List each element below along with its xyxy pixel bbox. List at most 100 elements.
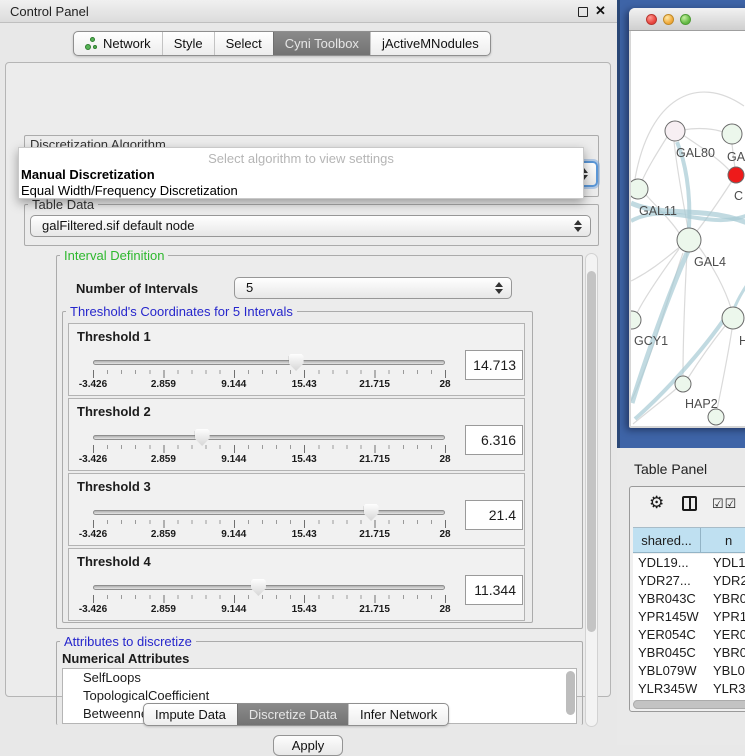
threshold-slider[interactable]: -3.4262.8599.14415.4321.71528 [93, 502, 445, 544]
slider-track[interactable] [93, 510, 445, 515]
cell-shared-name[interactable]: YBR043C [633, 590, 701, 608]
threshold-value-field[interactable]: 11.344 [465, 575, 523, 605]
gear-icon[interactable]: ⚙ [649, 493, 664, 513]
threshold-slider[interactable]: -3.4262.8599.14415.4321.71528 [93, 352, 445, 394]
tab-infer-network[interactable]: Infer Network [348, 704, 448, 725]
control-panel: Control Panel ✕ Network Style Select Cyn… [0, 0, 617, 745]
tab-cyni-toolbox[interactable]: Cyni Toolbox [273, 32, 370, 55]
table-row[interactable]: YBR045CYBR0 [633, 644, 745, 662]
bottom-node[interactable] [708, 409, 724, 425]
minimize-traffic-light-icon[interactable] [663, 14, 674, 25]
cell-shared-name[interactable]: YPR145W [633, 608, 701, 626]
interval-definition-title: Interval Definition [60, 248, 168, 263]
node-label: GCY1 [634, 334, 668, 348]
network-canvas[interactable]: GAL80GACGAL11GAL4GCY1HHAP2 [631, 31, 745, 426]
gal4-node[interactable] [677, 228, 701, 252]
cell-shared-name[interactable]: YDL19... [633, 554, 701, 572]
cyni-toolbox-panel: Discretization Algorithm Select algorith… [5, 62, 611, 697]
split-columns-icon[interactable] [682, 496, 697, 511]
bottom-tab-bar: Impute Data Discretize Data Infer Networ… [143, 703, 449, 726]
slider-tick-labels: -3.4262.8599.14415.4321.71528 [93, 379, 445, 391]
table-horizontal-scrollbar-thumb[interactable] [633, 700, 745, 709]
dropdown-item-manual-discretization[interactable]: Manual Discretization [21, 167, 155, 182]
table-row[interactable]: YER054CYER0 [633, 626, 745, 644]
cell-name[interactable]: YDL1 [701, 554, 745, 572]
red-node[interactable] [728, 167, 744, 183]
threshold-value-field[interactable]: 14.713 [465, 350, 523, 380]
table-rows: YDL19...YDL1YDR27...YDR2YBR043CYBR0YPR14… [633, 554, 745, 700]
table-panel-region: Table Panel ⚙ ☑☑ shared... n YDL19...YDL… [617, 448, 745, 745]
table-horizontal-scrollbar[interactable] [633, 700, 745, 709]
h-node[interactable] [722, 307, 744, 329]
dropdown-item-equal-width-frequency[interactable]: Equal Width/Frequency Discretization [21, 183, 238, 198]
gcy1-node[interactable] [631, 311, 641, 329]
slider-handle[interactable] [364, 504, 379, 521]
cell-shared-name[interactable]: YLR345W [633, 680, 701, 698]
slider-tick-label: 9.144 [221, 529, 246, 540]
table-row[interactable]: YBL079WYBL0 [633, 662, 745, 680]
float-window-icon[interactable] [578, 7, 588, 17]
slider-tick-label: 15.43 [292, 604, 317, 615]
slider-track[interactable] [93, 435, 445, 440]
cell-name[interactable]: YLR3 [701, 680, 745, 698]
threshold-slider[interactable]: -3.4262.8599.14415.4321.71528 [93, 427, 445, 469]
slider-tick-label: 21.715 [359, 454, 390, 465]
cell-name[interactable]: YER0 [701, 626, 745, 644]
threshold-label: Threshold 3 [77, 479, 151, 494]
node-label: GAL4 [694, 255, 726, 269]
cell-name[interactable]: YBL0 [701, 662, 745, 680]
top-node[interactable] [722, 124, 742, 144]
tab-network[interactable]: Network [74, 32, 162, 55]
settings-scrollbar[interactable] [585, 253, 598, 727]
table-data-title: Table Data [28, 197, 98, 212]
settings-scrollbar-thumb[interactable] [587, 271, 596, 632]
network-nodes[interactable] [631, 121, 744, 425]
column-header-shared-name[interactable]: shared... [633, 528, 701, 553]
cell-shared-name[interactable]: YER054C [633, 626, 701, 644]
table-panel-title: Table Panel [634, 461, 707, 477]
cell-name[interactable]: YBR0 [701, 644, 745, 662]
slider-tick-label: 28 [439, 379, 450, 390]
close-icon[interactable]: ✕ [595, 3, 606, 19]
cell-shared-name[interactable]: YBR045C [633, 644, 701, 662]
slider-tick-labels: -3.4262.8599.14415.4321.71528 [93, 454, 445, 466]
threshold-slider[interactable]: -3.4262.8599.14415.4321.71528 [93, 577, 445, 619]
table-row[interactable]: YLR345WYLR3 [633, 680, 745, 698]
cell-name[interactable]: YPR1 [701, 608, 745, 626]
slider-handle[interactable] [251, 579, 266, 596]
attribute-list-item[interactable]: SelfLoops [63, 669, 576, 687]
cell-shared-name[interactable]: YDR27... [633, 572, 701, 590]
table-row[interactable]: YDL19...YDL1 [633, 554, 745, 572]
table-row[interactable]: YBR043CYBR0 [633, 590, 745, 608]
threshold-value-field[interactable]: 6.316 [465, 425, 523, 455]
tab-discretize-data[interactable]: Discretize Data [237, 704, 348, 725]
slider-handle[interactable] [289, 354, 304, 371]
gal80-node[interactable] [665, 121, 685, 141]
network-icon [85, 37, 98, 50]
table-row[interactable]: YDR27...YDR2 [633, 572, 745, 590]
cell-name[interactable]: YDR2 [701, 572, 745, 590]
slider-track[interactable] [93, 360, 445, 365]
table-data-combobox[interactable]: galFiltered.sif default node [30, 215, 591, 237]
column-header-name[interactable]: n [701, 528, 745, 553]
table-row[interactable]: YPR145WYPR1 [633, 608, 745, 626]
number-of-intervals-combobox[interactable]: 5 [234, 277, 512, 299]
gal11-node[interactable] [631, 179, 648, 199]
tab-select[interactable]: Select [214, 32, 273, 55]
network-graph: GAL80GACGAL11GAL4GCY1HHAP2 [631, 31, 745, 426]
cell-shared-name[interactable]: YBL079W [633, 662, 701, 680]
network-window-titlebar[interactable] [629, 8, 745, 31]
close-traffic-light-icon[interactable] [646, 14, 657, 25]
slider-track[interactable] [93, 585, 445, 590]
tab-jactivemnodules[interactable]: jActiveMNodules [370, 32, 490, 55]
zoom-traffic-light-icon[interactable] [680, 14, 691, 25]
hap2-node[interactable] [675, 376, 691, 392]
threshold-value-field[interactable]: 21.4 [465, 500, 523, 530]
slider-handle[interactable] [195, 429, 210, 446]
apply-button[interactable]: Apply [273, 735, 343, 756]
cell-name[interactable]: YBR0 [701, 590, 745, 608]
attributes-list-scrollbar[interactable] [566, 671, 575, 715]
select-columns-icon[interactable]: ☑☑ [712, 496, 737, 512]
tab-impute-data[interactable]: Impute Data [144, 704, 237, 725]
tab-style[interactable]: Style [162, 32, 214, 55]
